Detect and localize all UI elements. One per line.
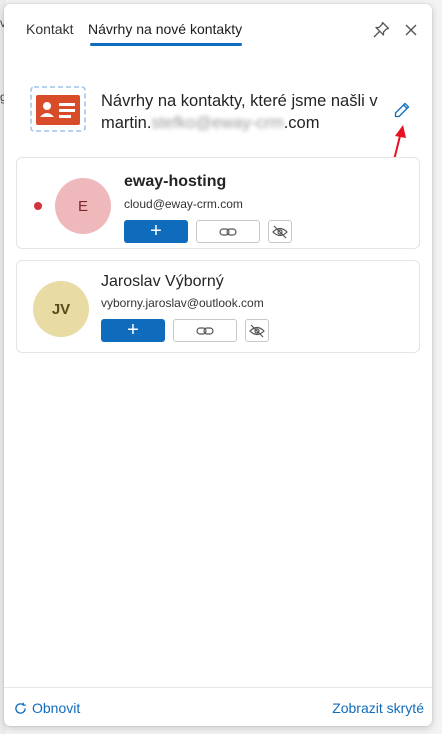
contact-email: cloud@eway-crm.com bbox=[124, 197, 243, 211]
show-hidden-button[interactable]: Zobrazit skryté bbox=[332, 700, 424, 716]
pencil-icon bbox=[394, 102, 410, 118]
suggestion-card: E eway-hosting cloud@eway-crm.com + bbox=[16, 157, 420, 249]
contact-suggestions-panel: Kontakt Návrhy na nové kontakty Návrhy n… bbox=[4, 4, 432, 726]
link-contact-button[interactable] bbox=[196, 220, 260, 243]
unread-indicator bbox=[34, 202, 42, 210]
tab-suggestions[interactable]: Návrhy na nové kontakty bbox=[88, 21, 242, 37]
panel-footer: Obnovit Zobrazit skryté bbox=[4, 687, 432, 726]
hide-suggestion-button[interactable] bbox=[268, 220, 292, 243]
active-tab-indicator bbox=[90, 43, 242, 46]
edit-account-button[interactable] bbox=[393, 101, 411, 119]
intro-line: Návrhy na kontakty, které jsme našli v bbox=[101, 92, 378, 110]
link-contact-button[interactable] bbox=[173, 319, 237, 342]
refresh-icon bbox=[15, 702, 26, 714]
email-redacted: stefko@eway-crm bbox=[151, 114, 284, 132]
intro-message: Návrhy na kontakty, které jsme našli v m… bbox=[101, 90, 391, 134]
plus-icon: + bbox=[150, 220, 162, 242]
intro-email: martin.stefko@eway-crm.com bbox=[101, 112, 391, 134]
eye-off-icon bbox=[249, 324, 265, 337]
refresh-label: Obnovit bbox=[32, 700, 81, 716]
pin-icon bbox=[373, 21, 390, 38]
avatar: E bbox=[55, 178, 111, 234]
email-prefix: martin. bbox=[101, 114, 152, 132]
add-contact-button[interactable]: + bbox=[101, 319, 165, 342]
hide-suggestion-button[interactable] bbox=[245, 319, 269, 342]
contact-name: eway-hosting bbox=[124, 173, 227, 190]
email-suffix: .com bbox=[283, 114, 320, 132]
tab-contacts[interactable]: Kontakt bbox=[26, 21, 73, 37]
pin-button[interactable] bbox=[371, 20, 391, 40]
refresh-button[interactable]: Obnovit bbox=[14, 700, 80, 716]
contact-name: Jaroslav Výborný bbox=[101, 273, 224, 290]
contact-card-icon bbox=[30, 86, 86, 132]
link-icon bbox=[219, 227, 237, 236]
tab-bar: Kontakt Návrhy na nové kontakty bbox=[4, 4, 432, 48]
close-icon bbox=[405, 24, 417, 36]
plus-icon: + bbox=[127, 319, 139, 341]
close-button[interactable] bbox=[401, 20, 421, 40]
suggestion-card: JV Jaroslav Výborný vyborny.jaroslav@out… bbox=[16, 260, 420, 353]
link-icon bbox=[196, 326, 214, 335]
add-contact-button[interactable]: + bbox=[124, 220, 188, 243]
avatar: JV bbox=[33, 281, 89, 337]
eye-off-icon bbox=[272, 225, 288, 238]
contact-email: vyborny.jaroslav@outlook.com bbox=[101, 296, 264, 310]
